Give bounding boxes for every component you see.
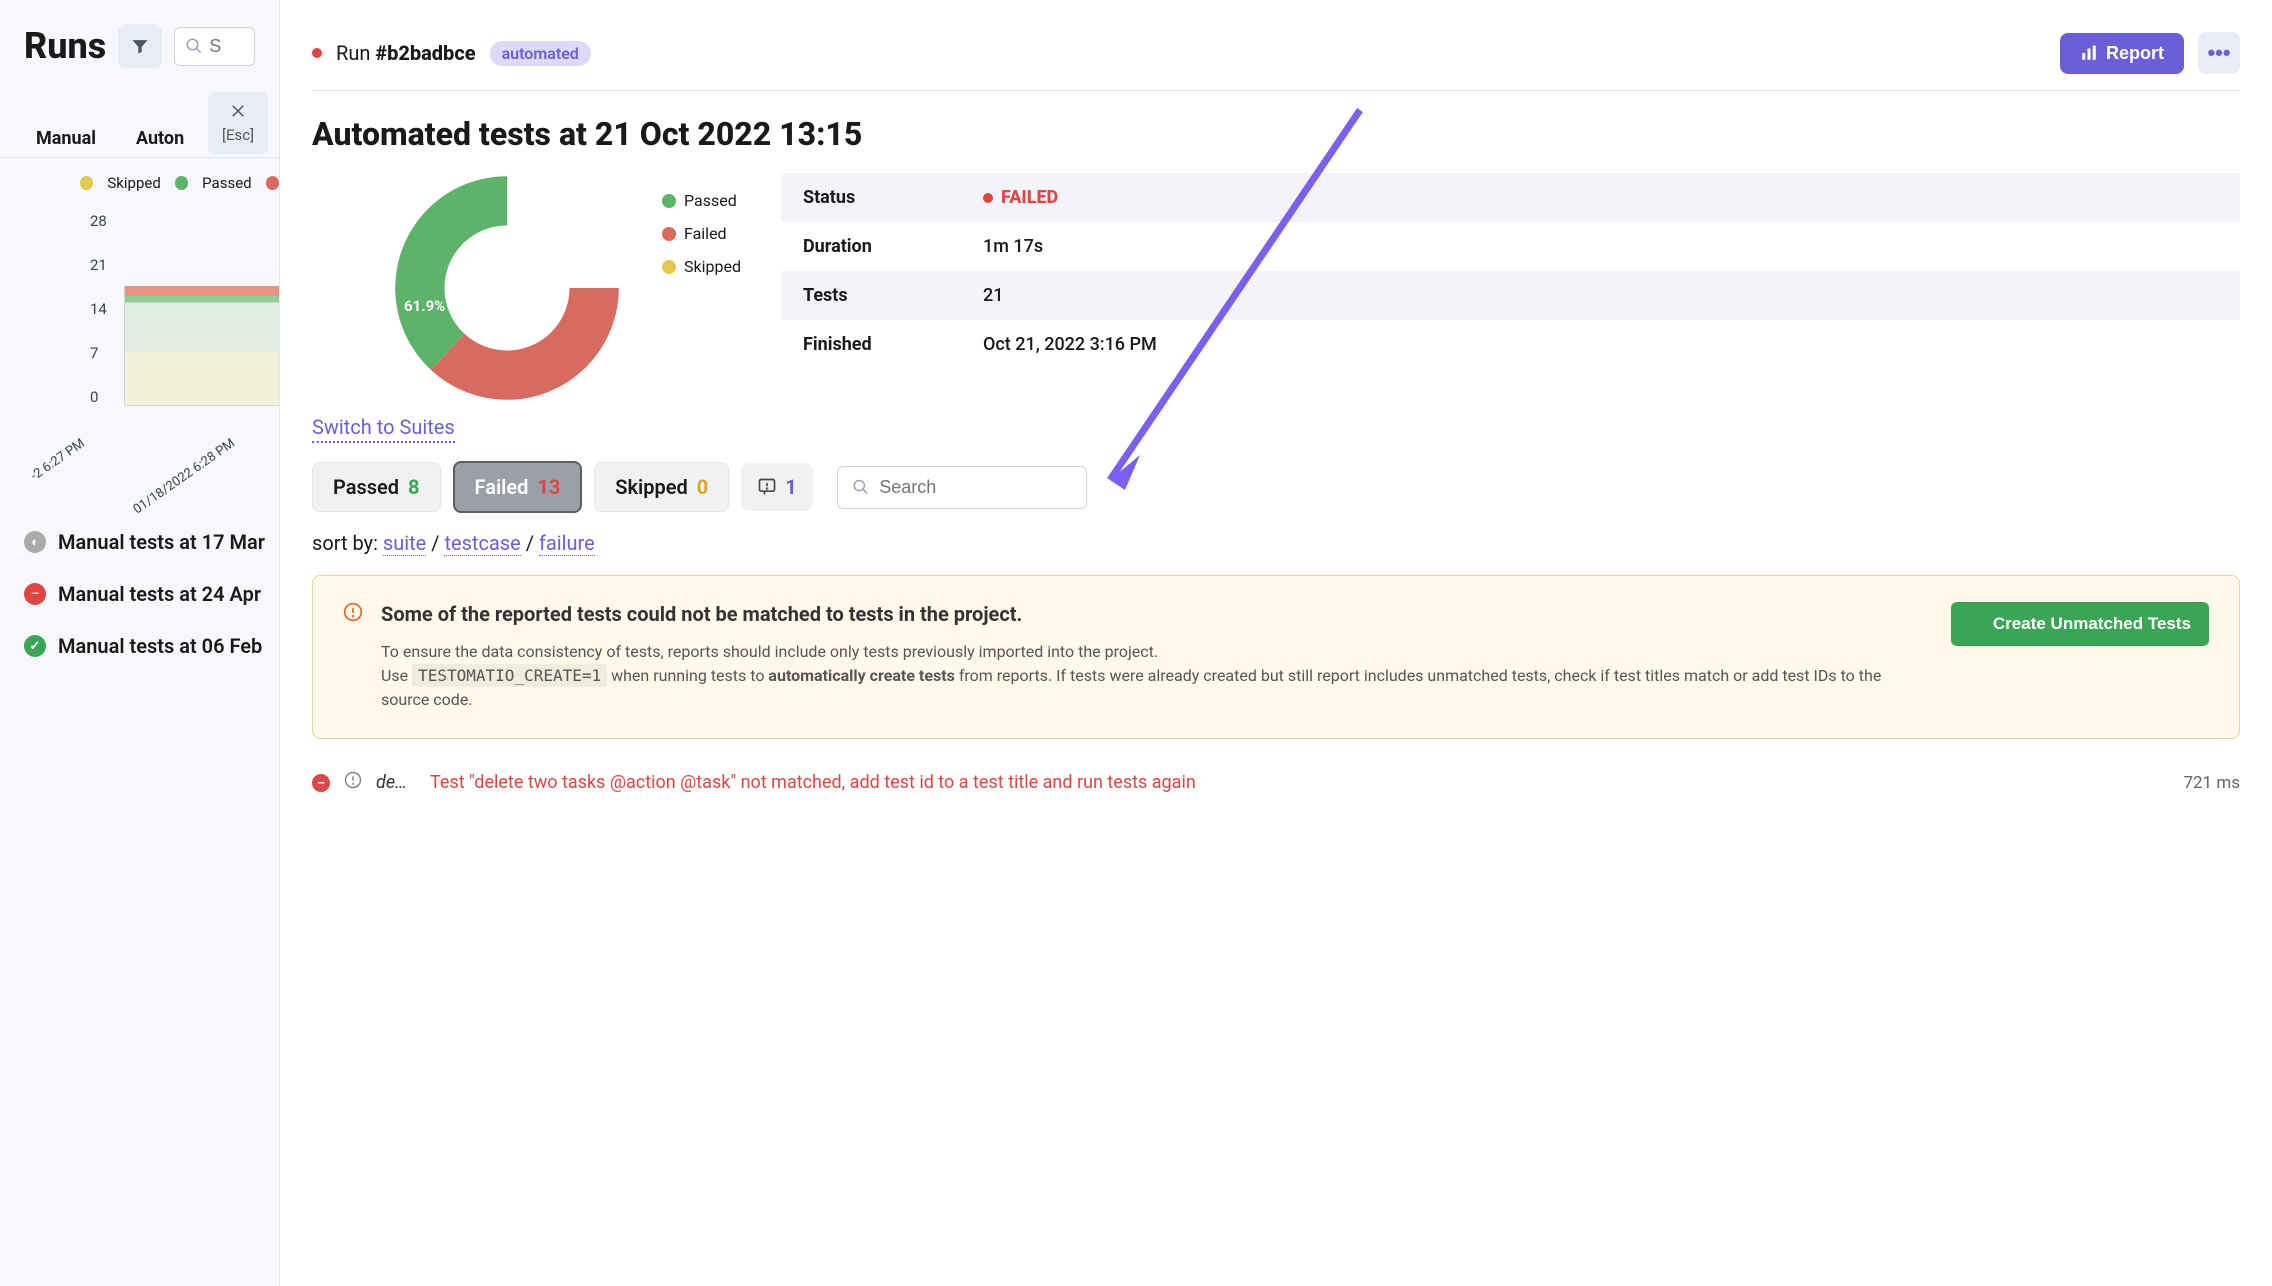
legend-dot-failed bbox=[662, 227, 676, 241]
legend-dot-failed bbox=[266, 176, 279, 190]
test-duration: 721 ms bbox=[2183, 773, 2240, 793]
legend-failed: Failed bbox=[684, 224, 727, 243]
y-tick: 0 bbox=[90, 388, 279, 406]
tab-automated[interactable]: Auton bbox=[136, 128, 184, 149]
report-label: Report bbox=[2106, 43, 2164, 64]
status-icon-failed: – bbox=[24, 583, 46, 605]
y-tick: 28 bbox=[90, 212, 279, 230]
run-item[interactable]: – Manual tests at 24 Apr bbox=[24, 582, 279, 606]
legend-dot-skipped bbox=[662, 260, 676, 274]
automated-badge: automated bbox=[490, 41, 591, 66]
donut-label-pass: 38.1% bbox=[531, 235, 572, 253]
stat-label-duration: Duration bbox=[803, 236, 983, 257]
run-label: Manual tests at 06 Feb bbox=[58, 634, 262, 658]
legend-skipped: Skipped bbox=[107, 174, 160, 192]
legend-dot-skipped bbox=[80, 176, 93, 190]
alert-title: Some of the reported tests could not be … bbox=[381, 602, 1933, 626]
filter-icon bbox=[130, 36, 150, 56]
sidebar-title: Runs bbox=[24, 25, 106, 67]
alert-icon bbox=[343, 602, 363, 712]
donut-chart: 38.1% 61.9% bbox=[392, 173, 622, 403]
stats-table: StatusFAILED Duration1m 17s Tests21 Fini… bbox=[781, 173, 2240, 369]
run-label: Manual tests at 24 Apr bbox=[58, 582, 261, 606]
sort-by: sort by: suite / testcase / failure bbox=[312, 531, 2240, 555]
filter-button[interactable] bbox=[118, 24, 162, 68]
create-unmatched-button[interactable]: Create Unmatched Tests bbox=[1951, 602, 2209, 646]
stat-value-status: FAILED bbox=[983, 187, 1058, 208]
test-message: Test "delete two tasks @action @task" no… bbox=[430, 772, 2169, 793]
alert-text: To ensure the data consistency of tests,… bbox=[381, 640, 1933, 712]
sort-suite[interactable]: suite bbox=[383, 531, 426, 556]
y-tick: 21 bbox=[90, 256, 279, 274]
sidebar-search-input[interactable] bbox=[209, 36, 229, 57]
sidebar: Runs [Esc] Manual Auton Skipped Passed bbox=[0, 0, 280, 1286]
x-label: 01/18/2022 6:28 PM bbox=[130, 436, 237, 517]
main-search[interactable] bbox=[837, 466, 1087, 509]
filter-passed[interactable]: Passed 8 bbox=[312, 462, 441, 512]
legend-skipped: Skipped bbox=[684, 257, 741, 276]
test-name: de… bbox=[376, 772, 416, 793]
comment-icon bbox=[757, 477, 777, 497]
report-button[interactable]: Report bbox=[2060, 33, 2184, 74]
legend-dot-passed bbox=[175, 176, 188, 190]
y-tick: 7 bbox=[90, 344, 279, 362]
stat-label-status: Status bbox=[803, 187, 983, 208]
fail-icon: – bbox=[312, 774, 330, 792]
stat-value-tests: 21 bbox=[983, 285, 1003, 306]
tab-manual[interactable]: Manual bbox=[36, 128, 96, 149]
bar-chart-icon bbox=[2080, 44, 2098, 62]
run-item[interactable]: ✓ Manual tests at 06 Feb bbox=[24, 634, 279, 658]
esc-label: [Esc] bbox=[222, 126, 254, 144]
run-item[interactable]: ◐ Manual tests at 17 Mar bbox=[24, 530, 279, 554]
stat-label-tests: Tests bbox=[803, 285, 983, 306]
sidebar-search[interactable] bbox=[174, 27, 255, 66]
stat-value-duration: 1m 17s bbox=[983, 236, 1043, 257]
status-icon-progress: ◐ bbox=[24, 531, 46, 553]
main-panel: Run #b2badbce automated Report ••• Autom… bbox=[280, 0, 2272, 1286]
filter-failed[interactable]: Failed 13 bbox=[453, 461, 583, 513]
run-label: Run #b2badbce bbox=[336, 41, 476, 65]
stat-label-finished: Finished bbox=[803, 334, 983, 355]
unmatched-alert: Some of the reported tests could not be … bbox=[312, 575, 2240, 739]
close-hint[interactable]: [Esc] bbox=[208, 92, 268, 154]
y-tick: 14 bbox=[90, 300, 279, 318]
page-title: Automated tests at 21 Oct 2022 13:15 bbox=[312, 115, 2240, 153]
status-icon-passed: ✓ bbox=[24, 635, 46, 657]
runs-list: ◐ Manual tests at 17 Mar – Manual tests … bbox=[0, 506, 279, 658]
stat-value-finished: Oct 21, 2022 3:16 PM bbox=[983, 334, 1157, 355]
switch-to-suites-link[interactable]: Switch to Suites bbox=[312, 415, 455, 443]
sort-testcase[interactable]: testcase bbox=[444, 531, 520, 556]
legend-passed: Passed bbox=[202, 174, 251, 192]
search-icon bbox=[852, 477, 870, 497]
main-search-input[interactable] bbox=[879, 477, 1072, 498]
sort-failure[interactable]: failure bbox=[539, 531, 595, 556]
filter-skipped[interactable]: Skipped 0 bbox=[594, 462, 729, 512]
close-icon bbox=[229, 102, 247, 120]
x-label: -2 6:27 PM bbox=[28, 436, 87, 484]
wand-icon bbox=[1969, 616, 1985, 632]
filter-comments[interactable]: 1 bbox=[741, 463, 812, 511]
legend-dot-passed bbox=[662, 194, 676, 208]
test-row[interactable]: – de… Test "delete two tasks @action @ta… bbox=[312, 763, 2240, 802]
run-label: Manual tests at 17 Mar bbox=[58, 530, 265, 554]
donut-label-fail: 61.9% bbox=[404, 297, 445, 315]
more-button[interactable]: ••• bbox=[2198, 32, 2240, 74]
run-status-dot bbox=[312, 48, 322, 58]
legend-passed: Passed bbox=[684, 191, 737, 210]
search-icon bbox=[185, 37, 203, 55]
warn-icon bbox=[344, 771, 362, 794]
